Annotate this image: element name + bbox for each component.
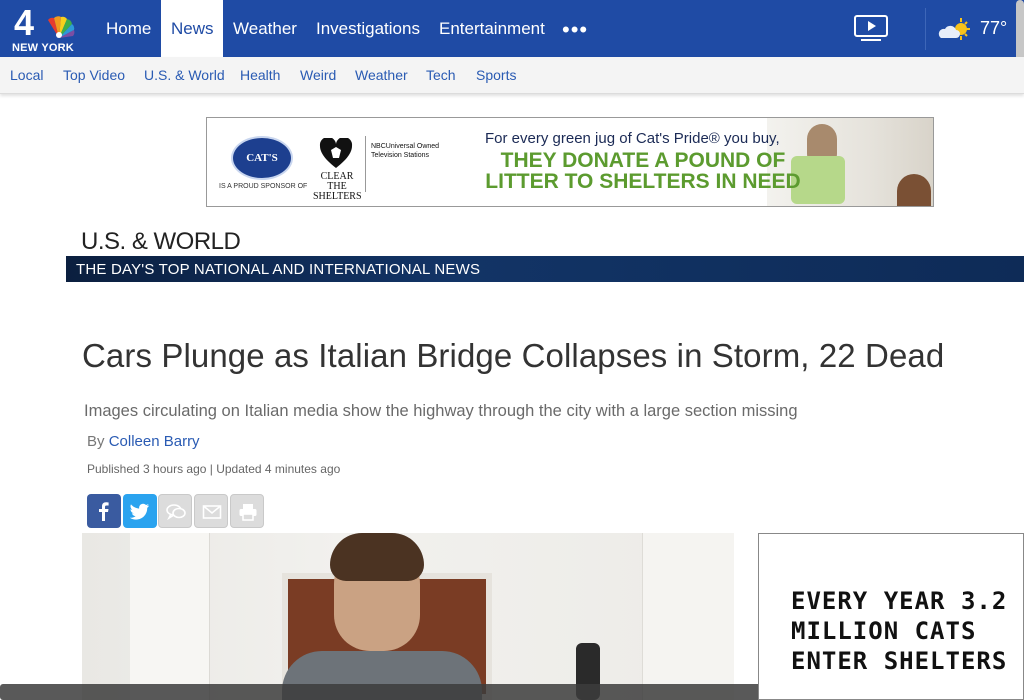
peacock-icon xyxy=(48,16,75,38)
twitter-share-button[interactable] xyxy=(123,494,157,528)
heart-icon xyxy=(319,138,353,168)
byline: By Colleen Barry xyxy=(87,433,200,450)
ad-divider xyxy=(365,136,366,192)
nbc4-logo[interactable]: 4 NEW YORK xyxy=(10,2,82,54)
article-dek: Images circulating on Italian media show… xyxy=(84,402,798,420)
side-ad-text: EVERY YEAR 3.2 MILLION CATS ENTER SHELTE… xyxy=(791,587,1008,675)
comment-icon xyxy=(166,504,186,521)
video-person-hair xyxy=(330,533,424,581)
article-video[interactable] xyxy=(82,533,734,700)
nav-home[interactable]: Home xyxy=(96,0,161,57)
temperature[interactable]: 77° xyxy=(980,18,1007,39)
side-ad[interactable]: EVERY YEAR 3.2 MILLION CATS ENTER SHELTE… xyxy=(758,533,1024,700)
email-icon xyxy=(202,505,222,519)
video-wall-pillar xyxy=(130,533,210,700)
ad-big-line-2: LITTER TO SHELTERS IN NEED xyxy=(485,170,801,193)
section-title[interactable]: U.S. & WORLD xyxy=(81,228,241,256)
by-label: By xyxy=(87,433,105,450)
video-play-icon[interactable] xyxy=(853,14,889,42)
ad-big-text: THEY DONATE A POUND OF LITTER TO SHELTER… xyxy=(475,150,811,192)
clear-the-shelters-logo: CLEAR THE SHELTERS xyxy=(313,171,362,202)
facebook-share-button[interactable] xyxy=(87,494,121,528)
banner-ad[interactable]: CAT'S PRIDE IS A PROUD SPONSOR OF CLEAR … xyxy=(206,117,934,207)
ad-sponsor-text: IS A PROUD SPONSOR OF xyxy=(219,183,308,190)
article-headline: Cars Plunge as Italian Bridge Collapses … xyxy=(82,337,945,374)
subnav-weird[interactable]: Weird xyxy=(300,67,336,83)
author-link[interactable]: Colleen Barry xyxy=(109,433,200,450)
subnav-health[interactable]: Health xyxy=(240,67,280,83)
nbcu-stations-text: NBCUniversal Owned Television Stations xyxy=(371,143,440,159)
video-wall-right xyxy=(642,533,734,700)
subnav-top-video[interactable]: Top Video xyxy=(63,67,125,83)
partly-sunny-icon[interactable] xyxy=(937,16,973,42)
ad-cat xyxy=(897,174,931,206)
more-icon[interactable]: ••• xyxy=(562,19,588,41)
nav-entertainment[interactable]: Entertainment xyxy=(429,0,555,57)
top-navigation: 4 NEW YORK Home News Weather Investigati… xyxy=(0,0,1024,57)
email-share-button[interactable] xyxy=(194,494,228,528)
section-banner: THE DAY'S TOP NATIONAL AND INTERNATIONAL… xyxy=(66,256,1024,282)
facebook-icon xyxy=(99,502,109,521)
logo-city: NEW YORK xyxy=(12,42,74,54)
nav-investigations[interactable]: Investigations xyxy=(306,0,430,57)
subnav-weather[interactable]: Weather xyxy=(355,67,408,83)
cats-pride-logo: CAT'S PRIDE xyxy=(231,136,293,204)
ad-headline: For every green jug of Cat's Pride® you … xyxy=(485,130,780,147)
section-subtitle: THE DAY'S TOP NATIONAL AND INTERNATIONAL… xyxy=(76,261,481,278)
nav-weather[interactable]: Weather xyxy=(223,0,307,57)
publish-timestamp: Published 3 hours ago | Updated 4 minute… xyxy=(87,462,341,476)
subnav-local[interactable]: Local xyxy=(10,67,43,83)
subnav-sports[interactable]: Sports xyxy=(476,67,516,83)
print-share-button[interactable] xyxy=(230,494,264,528)
subnav-tech[interactable]: Tech xyxy=(426,67,456,83)
comment-share-button[interactable] xyxy=(158,494,192,528)
nav-divider xyxy=(925,8,926,50)
logo-number: 4 xyxy=(14,2,35,43)
subnav-us-world[interactable]: U.S. & World xyxy=(144,67,225,83)
twitter-icon xyxy=(130,503,149,520)
nav-news[interactable]: News xyxy=(161,0,223,57)
sub-navigation: Local Top Video U.S. & World Health Weir… xyxy=(0,57,1024,94)
ad-big-line-1: THEY DONATE A POUND OF xyxy=(500,149,786,172)
print-icon xyxy=(239,504,257,521)
